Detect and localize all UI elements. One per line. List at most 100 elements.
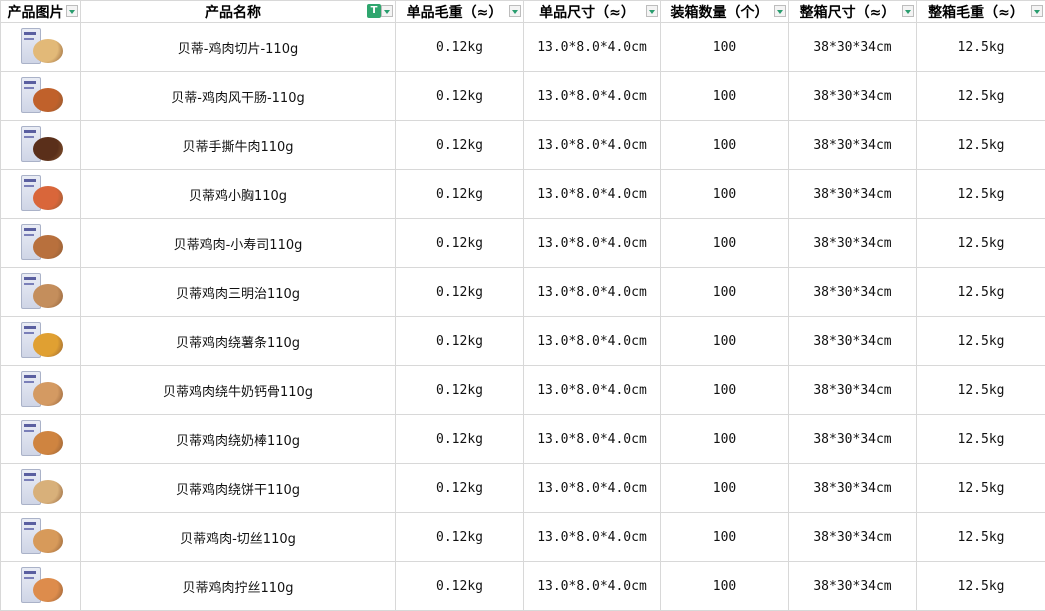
unit-weight-cell[interactable]: 0.12kg bbox=[396, 170, 524, 219]
box-size-cell[interactable]: 38*30*34cm bbox=[789, 317, 917, 366]
dropdown-filter-icon[interactable] bbox=[1031, 5, 1043, 17]
pack-qty-cell[interactable]: 100 bbox=[661, 23, 789, 72]
product-image[interactable] bbox=[17, 223, 65, 263]
product-image[interactable] bbox=[17, 468, 65, 508]
unit-size-cell[interactable]: 13.0*8.0*4.0cm bbox=[524, 72, 661, 121]
table-row[interactable]: 贝蒂手撕牛肉110g0.12kg13.0*8.0*4.0cm10038*30*3… bbox=[1, 121, 1045, 170]
product-image-cell[interactable] bbox=[1, 317, 81, 366]
product-image-cell[interactable] bbox=[1, 513, 81, 562]
unit-size-cell[interactable]: 13.0*8.0*4.0cm bbox=[524, 317, 661, 366]
box-weight-cell[interactable]: 12.5kg bbox=[917, 268, 1045, 317]
product-image-cell[interactable] bbox=[1, 464, 81, 513]
unit-weight-cell[interactable]: 0.12kg bbox=[396, 219, 524, 268]
pack-qty-cell[interactable]: 100 bbox=[661, 464, 789, 513]
product-image-cell[interactable] bbox=[1, 562, 81, 611]
box-size-cell[interactable]: 38*30*34cm bbox=[789, 219, 917, 268]
product-name-cell[interactable]: 贝蒂-鸡肉风干肠-110g bbox=[81, 72, 396, 121]
product-image[interactable] bbox=[17, 566, 65, 606]
dropdown-filter-icon[interactable] bbox=[381, 5, 393, 17]
box-weight-cell[interactable]: 12.5kg bbox=[917, 170, 1045, 219]
table-row[interactable]: 贝蒂鸡肉绕奶棒110g0.12kg13.0*8.0*4.0cm10038*30*… bbox=[1, 415, 1045, 464]
unit-size-cell[interactable]: 13.0*8.0*4.0cm bbox=[524, 121, 661, 170]
header-name[interactable]: 产品名称T bbox=[81, 1, 396, 23]
product-image-cell[interactable] bbox=[1, 219, 81, 268]
unit-size-cell[interactable]: 13.0*8.0*4.0cm bbox=[524, 464, 661, 513]
box-weight-cell[interactable]: 12.5kg bbox=[917, 121, 1045, 170]
product-name-cell[interactable]: 贝蒂鸡肉三明治110g bbox=[81, 268, 396, 317]
product-name-cell[interactable]: 贝蒂鸡肉拧丝110g bbox=[81, 562, 396, 611]
table-row[interactable]: 贝蒂鸡肉-小寿司110g0.12kg13.0*8.0*4.0cm10038*30… bbox=[1, 219, 1045, 268]
pack-qty-cell[interactable]: 100 bbox=[661, 317, 789, 366]
product-name-cell[interactable]: 贝蒂鸡小胸110g bbox=[81, 170, 396, 219]
product-image[interactable] bbox=[17, 125, 65, 165]
box-size-cell[interactable]: 38*30*34cm bbox=[789, 23, 917, 72]
box-size-cell[interactable]: 38*30*34cm bbox=[789, 268, 917, 317]
product-image-cell[interactable] bbox=[1, 121, 81, 170]
unit-size-cell[interactable]: 13.0*8.0*4.0cm bbox=[524, 170, 661, 219]
box-weight-cell[interactable]: 12.5kg bbox=[917, 219, 1045, 268]
pack-qty-cell[interactable]: 100 bbox=[661, 121, 789, 170]
header-pack-qty[interactable]: 装箱数量（个） bbox=[661, 1, 789, 23]
box-weight-cell[interactable]: 12.5kg bbox=[917, 513, 1045, 562]
product-name-cell[interactable]: 贝蒂鸡肉绕饼干110g bbox=[81, 464, 396, 513]
product-image[interactable] bbox=[17, 76, 65, 116]
unit-size-cell[interactable]: 13.0*8.0*4.0cm bbox=[524, 219, 661, 268]
table-row[interactable]: 贝蒂鸡肉-切丝110g0.12kg13.0*8.0*4.0cm10038*30*… bbox=[1, 513, 1045, 562]
unit-size-cell[interactable]: 13.0*8.0*4.0cm bbox=[524, 513, 661, 562]
pack-qty-cell[interactable]: 100 bbox=[661, 513, 789, 562]
product-image[interactable] bbox=[17, 272, 65, 312]
table-row[interactable]: 贝蒂-鸡肉风干肠-110g0.12kg13.0*8.0*4.0cm10038*3… bbox=[1, 72, 1045, 121]
unit-size-cell[interactable]: 13.0*8.0*4.0cm bbox=[524, 415, 661, 464]
box-size-cell[interactable]: 38*30*34cm bbox=[789, 464, 917, 513]
product-name-cell[interactable]: 贝蒂鸡肉-切丝110g bbox=[81, 513, 396, 562]
header-image[interactable]: 产品图片 bbox=[1, 1, 81, 23]
box-size-cell[interactable]: 38*30*34cm bbox=[789, 513, 917, 562]
dropdown-filter-icon[interactable] bbox=[774, 5, 786, 17]
unit-weight-cell[interactable]: 0.12kg bbox=[396, 366, 524, 415]
box-weight-cell[interactable]: 12.5kg bbox=[917, 562, 1045, 611]
product-name-cell[interactable]: 贝蒂鸡肉绕牛奶钙骨110g bbox=[81, 366, 396, 415]
dropdown-filter-icon[interactable] bbox=[646, 5, 658, 17]
unit-size-cell[interactable]: 13.0*8.0*4.0cm bbox=[524, 268, 661, 317]
pack-qty-cell[interactable]: 100 bbox=[661, 415, 789, 464]
dropdown-filter-icon[interactable] bbox=[902, 5, 914, 17]
unit-weight-cell[interactable]: 0.12kg bbox=[396, 513, 524, 562]
header-unit-weight[interactable]: 单品毛重（≈） bbox=[396, 1, 524, 23]
unit-size-cell[interactable]: 13.0*8.0*4.0cm bbox=[524, 23, 661, 72]
product-name-cell[interactable]: 贝蒂手撕牛肉110g bbox=[81, 121, 396, 170]
pack-qty-cell[interactable]: 100 bbox=[661, 170, 789, 219]
unit-size-cell[interactable]: 13.0*8.0*4.0cm bbox=[524, 562, 661, 611]
product-image[interactable] bbox=[17, 517, 65, 557]
product-image-cell[interactable] bbox=[1, 23, 81, 72]
pack-qty-cell[interactable]: 100 bbox=[661, 219, 789, 268]
unit-size-cell[interactable]: 13.0*8.0*4.0cm bbox=[524, 366, 661, 415]
unit-weight-cell[interactable]: 0.12kg bbox=[396, 268, 524, 317]
product-name-cell[interactable]: 贝蒂鸡肉绕薯条110g bbox=[81, 317, 396, 366]
product-image[interactable] bbox=[17, 370, 65, 410]
unit-weight-cell[interactable]: 0.12kg bbox=[396, 415, 524, 464]
box-size-cell[interactable]: 38*30*34cm bbox=[789, 121, 917, 170]
box-size-cell[interactable]: 38*30*34cm bbox=[789, 366, 917, 415]
table-row[interactable]: 贝蒂-鸡肉切片-110g0.12kg13.0*8.0*4.0cm10038*30… bbox=[1, 23, 1045, 72]
product-image[interactable] bbox=[17, 174, 65, 214]
pack-qty-cell[interactable]: 100 bbox=[661, 366, 789, 415]
table-row[interactable]: 贝蒂鸡肉绕饼干110g0.12kg13.0*8.0*4.0cm10038*30*… bbox=[1, 464, 1045, 513]
box-size-cell[interactable]: 38*30*34cm bbox=[789, 415, 917, 464]
box-weight-cell[interactable]: 12.5kg bbox=[917, 23, 1045, 72]
box-weight-cell[interactable]: 12.5kg bbox=[917, 317, 1045, 366]
unit-weight-cell[interactable]: 0.12kg bbox=[396, 23, 524, 72]
pack-qty-cell[interactable]: 100 bbox=[661, 268, 789, 317]
header-box-weight[interactable]: 整箱毛重（≈） bbox=[917, 1, 1045, 23]
product-image-cell[interactable] bbox=[1, 366, 81, 415]
dropdown-filter-icon[interactable] bbox=[66, 5, 78, 17]
pack-qty-cell[interactable]: 100 bbox=[661, 562, 789, 611]
box-weight-cell[interactable]: 12.5kg bbox=[917, 415, 1045, 464]
product-image-cell[interactable] bbox=[1, 268, 81, 317]
table-row[interactable]: 贝蒂鸡肉绕牛奶钙骨110g0.12kg13.0*8.0*4.0cm10038*3… bbox=[1, 366, 1045, 415]
dropdown-filter-icon[interactable] bbox=[509, 5, 521, 17]
unit-weight-cell[interactable]: 0.12kg bbox=[396, 72, 524, 121]
box-weight-cell[interactable]: 12.5kg bbox=[917, 464, 1045, 513]
box-weight-cell[interactable]: 12.5kg bbox=[917, 366, 1045, 415]
product-image[interactable] bbox=[17, 321, 65, 361]
product-image-cell[interactable] bbox=[1, 415, 81, 464]
